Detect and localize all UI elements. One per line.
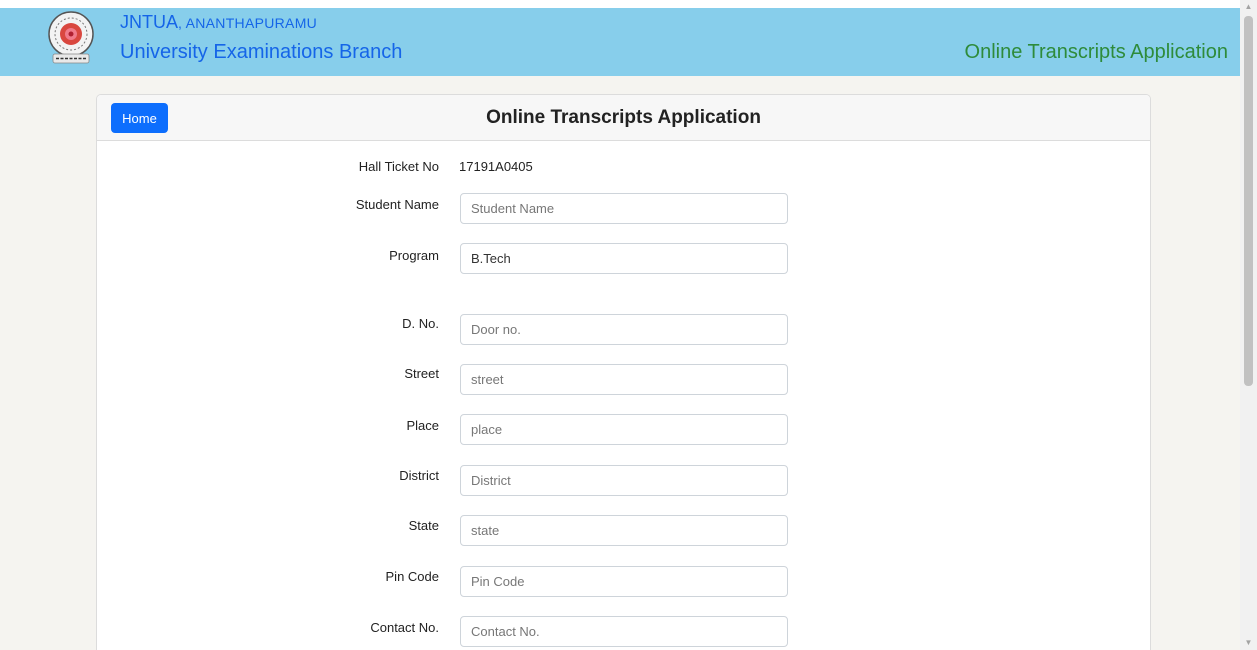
university-logo-icon [48,11,94,64]
program-label: Program [389,248,439,263]
scrollbar-thumb[interactable] [1244,16,1253,386]
contact-no-input[interactable] [460,616,788,647]
pin-code-input[interactable] [460,566,788,597]
site-header: JNTUA, ANANTHAPURAMU University Examinat… [0,0,1240,76]
card-header: Home Online Transcripts Application [97,95,1150,141]
student-name-label: Student Name [355,197,439,212]
state-label: State [408,518,439,533]
pin-code-label: Pin Code [385,569,439,584]
place-input[interactable] [460,414,788,445]
hall-ticket-value: 17191A0405 [459,159,533,174]
place-label: Place [406,418,439,433]
brand-name: JNTUA [120,12,178,32]
door-no-label: D. No. [402,316,439,331]
brand-city: , ANANTHAPURAMU [178,15,318,31]
page-scrollbar[interactable]: ▲ ▼ [1240,0,1257,650]
state-input[interactable] [460,515,788,546]
page-title: Online Transcripts Application [486,107,761,128]
student-name-input[interactable] [460,193,788,224]
brand-subtitle: University Examinations Branch [120,41,403,63]
program-input[interactable] [460,243,788,274]
district-label: District [399,468,439,483]
header-app-title: Online Transcripts Application [964,41,1228,63]
street-label: Street [404,366,439,381]
contact-no-label: Contact No. [370,620,439,635]
door-no-input[interactable] [460,314,788,345]
transcript-form-card: Home Online Transcripts Application Hall… [96,94,1151,650]
district-input[interactable] [460,465,788,496]
scroll-down-arrow-icon[interactable]: ▼ [1240,636,1257,650]
brand-title: JNTUA, ANANTHAPURAMU [120,12,317,33]
scroll-up-arrow-icon[interactable]: ▲ [1240,0,1257,14]
street-input[interactable] [460,364,788,395]
hall-ticket-label: Hall Ticket No [358,159,439,174]
